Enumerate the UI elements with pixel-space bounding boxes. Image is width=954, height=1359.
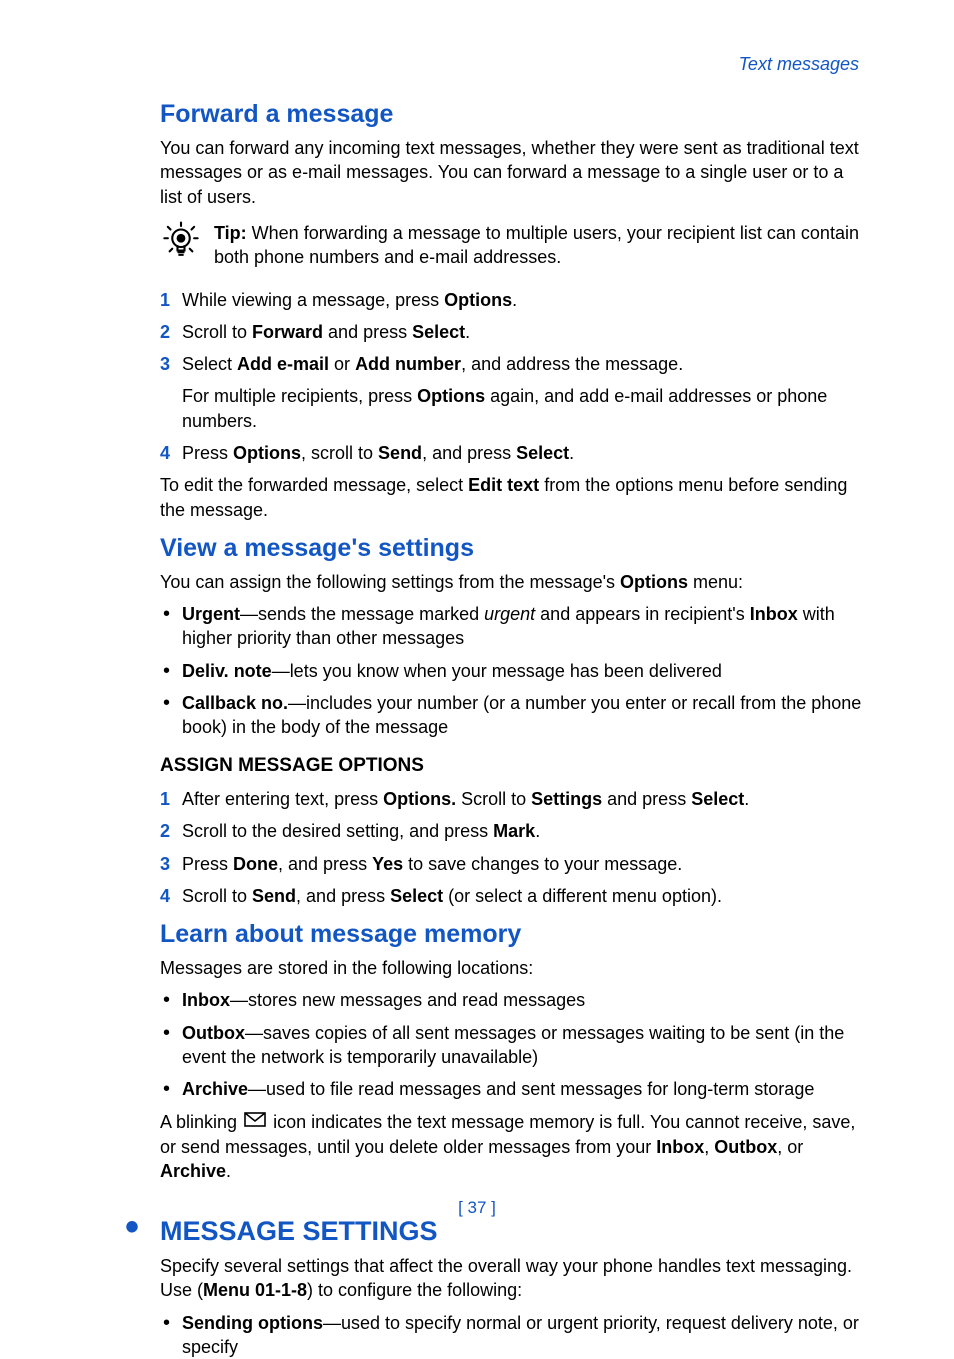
list-item: Inbox—stores new messages and read messa… [160,988,864,1012]
tip-block: Tip: When forwarding a message to multip… [160,217,864,278]
forward-intro: You can forward any incoming text messag… [160,136,864,209]
list-item: Deliv. note—lets you know when your mess… [160,659,864,683]
list-item: 3 Select Add e-mail or Add number, and a… [160,352,864,433]
list-item: Urgent—sends the message marked urgent a… [160,602,864,651]
forward-closing: To edit the forwarded message, select Ed… [160,473,864,522]
tip-lightbulb-icon [160,219,202,267]
list-item: Callback no.—includes your number (or a … [160,691,864,740]
memory-closing: A blinking icon indicates the text messa… [160,1110,864,1184]
envelope-icon [244,1109,266,1133]
list-item: 2 Scroll to the desired setting, and pre… [160,819,864,843]
list-item: 3 Press Done, and press Yes to save chan… [160,852,864,876]
list-item: Sending options—used to specify normal o… [160,1311,864,1359]
list-item: 1 After entering text, press Options. Sc… [160,787,864,811]
list-item: 1 While viewing a message, press Options… [160,288,864,312]
list-item: 4 Press Options, scroll to Send, and pre… [160,441,864,465]
tip-text: Tip: When forwarding a message to multip… [214,221,864,270]
settings-bullets: Sending options—used to specify normal o… [160,1311,864,1359]
list-item: 4 Scroll to Send, and press Select (or s… [160,884,864,908]
heading-forward: Forward a message [160,98,864,132]
forward-steps: 1 While viewing a message, press Options… [160,288,864,466]
memory-intro: Messages are stored in the following loc… [160,956,864,980]
list-item: 2 Scroll to Forward and press Select. [160,320,864,344]
page: Text messages Forward a message You can … [0,0,954,1248]
assign-steps: 1 After entering text, press Options. Sc… [160,787,864,908]
memory-bullets: Inbox—stores new messages and read messa… [160,988,864,1101]
running-header: Text messages [160,52,859,76]
settings-intro: Specify several settings that affect the… [160,1254,864,1303]
heading-memory: Learn about message memory [160,918,864,952]
view-intro: You can assign the following settings fr… [160,570,864,594]
list-item: Archive—used to file read messages and s… [160,1077,864,1101]
list-item: Outbox—saves copies of all sent messages… [160,1021,864,1070]
heading-view-settings: View a message's settings [160,532,864,566]
page-number: [ 37 ] [0,1197,954,1220]
view-bullets: Urgent—sends the message marked urgent a… [160,602,864,739]
heading-assign: ASSIGN MESSAGE OPTIONS [160,753,864,779]
